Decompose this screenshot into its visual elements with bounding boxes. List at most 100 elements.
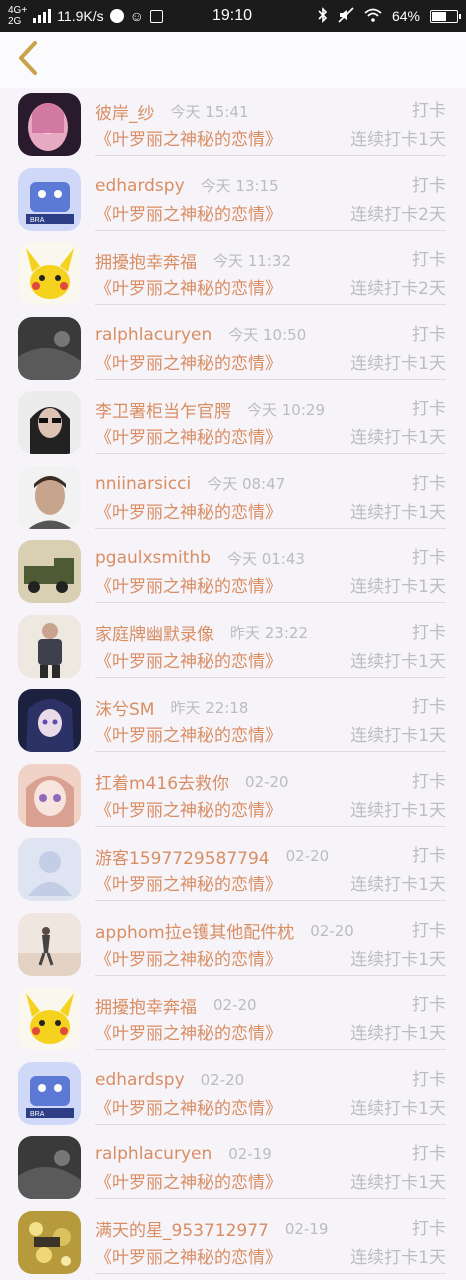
username[interactable]: 沫兮SM	[95, 695, 154, 720]
list-item-13[interactable]: BRA edhardspy 02-20 打卡 《叶罗丽之神秘的恋情》 连续打卡1…	[0, 1057, 466, 1132]
username[interactable]: 李卫署柜当乍官腭	[95, 397, 231, 422]
username[interactable]: apphom拉e镬其他配件枕	[95, 918, 294, 943]
username[interactable]: 扛着m416去救你	[95, 769, 229, 794]
avatar-man-standing[interactable]	[18, 614, 81, 678]
avatar-anime-girl-pink[interactable]	[18, 93, 81, 156]
svg-text:BRA: BRA	[30, 217, 45, 224]
book-title[interactable]: 《叶罗丽之神秘的恋情》	[95, 723, 282, 749]
streak-count: 连续打卡1天	[350, 1098, 446, 1119]
checkin-label: 打卡	[412, 771, 446, 792]
streak-count: 连续打卡1天	[350, 502, 446, 523]
avatar-dark-gray[interactable]	[18, 316, 81, 380]
checkin-label: 打卡	[412, 846, 446, 866]
checkin-label: 打卡	[412, 250, 446, 270]
book-title[interactable]: 《叶罗丽之神秘的恋情》	[95, 1021, 282, 1047]
list-item-14[interactable]: ralphlacuryen 02-19 打卡 《叶罗丽之神秘的恋情》 连续打卡1…	[0, 1131, 466, 1206]
checkin-label: 打卡	[412, 399, 446, 419]
user-line: ralphlacuryen 02-19	[95, 1141, 446, 1167]
book-title[interactable]: 《叶罗丽之神秘的恋情》	[95, 1096, 282, 1122]
list-item-8[interactable]: 沫兮SM 昨天 22:18 打卡 《叶罗丽之神秘的恋情》 连续打卡1天	[0, 684, 466, 759]
list-item-15[interactable]: 满天的星_953712977 02-19 打卡 《叶罗丽之神秘的恋情》 连续打卡…	[0, 1206, 466, 1280]
checkin-time: 02-20	[245, 772, 289, 791]
book-title[interactable]: 《叶罗丽之神秘的恋情》	[95, 574, 282, 600]
avatar-cartoon-blue[interactable]: BRA	[18, 167, 81, 231]
list-item-6[interactable]: pgaulxsmithb 今天 01:43 打卡 《叶罗丽之神秘的恋情》 连续打…	[0, 535, 466, 610]
user-line: 满天的星_953712977 02-19	[95, 1216, 446, 1242]
user-line: 李卫署柜当乍官腭 今天 10:29	[95, 396, 446, 422]
checkin-label: 打卡	[412, 697, 446, 717]
book-title[interactable]: 《叶罗丽之神秘的恋情》	[95, 649, 282, 675]
divider	[95, 378, 446, 380]
avatar-woman-sunglasses[interactable]	[18, 391, 81, 454]
qq-icon: ☺	[129, 8, 144, 24]
list-item-1[interactable]: BRA edhardspy 今天 13:15 打卡 《叶罗丽之神秘的恋情》 连续…	[0, 163, 466, 238]
checkin-label: 打卡	[412, 1218, 446, 1239]
avatar-beach-person[interactable]	[18, 912, 81, 976]
mute-icon	[338, 6, 354, 26]
streak-count: 连续打卡1天	[350, 949, 446, 970]
book-title[interactable]: 《叶罗丽之神秘的恋情》	[95, 1170, 282, 1196]
book-title[interactable]: 《叶罗丽之神秘的恋情》	[95, 351, 282, 377]
list-item-4[interactable]: 李卫署柜当乍官腭 今天 10:29 打卡 《叶罗丽之神秘的恋情》 连续打卡1天	[0, 386, 466, 461]
username[interactable]: 拥擾抱幸奔福	[95, 248, 197, 273]
username[interactable]: 满天的星_953712977	[95, 1216, 269, 1241]
book-title[interactable]: 《叶罗丽之神秘的恋情》	[95, 872, 282, 898]
back-button[interactable]	[8, 38, 48, 82]
list-item-9[interactable]: 扛着m416去救你 02-20 打卡 《叶罗丽之神秘的恋情》 连续打卡1天	[0, 759, 466, 834]
checkin-label: 打卡	[412, 995, 446, 1015]
streak-count: 连续打卡1天	[350, 1247, 446, 1268]
username[interactable]: edhardspy	[95, 176, 185, 196]
avatar-anime-soft[interactable]	[18, 763, 81, 827]
username[interactable]: edhardspy	[95, 1070, 185, 1090]
list-item-7[interactable]: 家庭牌幽默录像 昨天 23:22 打卡 《叶罗丽之神秘的恋情》 连续打卡1天	[0, 610, 466, 685]
bluetooth-icon	[318, 6, 328, 26]
username[interactable]: ralphlacuryen	[95, 1144, 212, 1164]
checkin-label: 打卡	[412, 1069, 446, 1090]
chevron-left-icon	[16, 40, 40, 80]
user-line: 彼岸_纱 今天 15:41	[95, 98, 446, 124]
avatar-military-truck[interactable]	[18, 540, 81, 603]
list-item-5[interactable]: nniinarsicci 今天 08:47 打卡 《叶罗丽之神秘的恋情》 连续打…	[0, 461, 466, 536]
user-line: pgaulxsmithb 今天 01:43	[95, 545, 446, 571]
username[interactable]: pgaulxsmithb	[95, 548, 211, 568]
checkin-label: 打卡	[412, 1144, 446, 1164]
avatar-anime-dark[interactable]	[18, 689, 81, 752]
book-title[interactable]: 《叶罗丽之神秘的恋情》	[95, 947, 282, 973]
avatar-man-portrait[interactable]	[18, 465, 81, 529]
book-title[interactable]: 《叶罗丽之神秘的恋情》	[95, 276, 282, 302]
username[interactable]: nniinarsicci	[95, 474, 191, 494]
book-title[interactable]: 《叶罗丽之神秘的恋情》	[95, 1245, 282, 1271]
username[interactable]: 拥擾抱幸奔福	[95, 993, 197, 1018]
user-line: apphom拉e镬其他配件枕 02-20	[95, 918, 446, 944]
book-title[interactable]: 《叶罗丽之神秘的恋情》	[95, 127, 282, 153]
book-title[interactable]: 《叶罗丽之神秘的恋情》	[95, 202, 282, 228]
checkin-time: 昨天 23:22	[230, 624, 308, 642]
username[interactable]: 彼岸_纱	[95, 99, 155, 124]
list-item-0[interactable]: 彼岸_纱 今天 15:41 打卡 《叶罗丽之神秘的恋情》 连续打卡1天	[0, 88, 466, 163]
avatar-cartoon-blue[interactable]: BRA	[18, 1061, 81, 1125]
clock: 19:10	[212, 7, 253, 24]
avatar-dark-gray[interactable]	[18, 1136, 81, 1199]
checkin-list: 彼岸_纱 今天 15:41 打卡 《叶罗丽之神秘的恋情》 连续打卡1天 BRA …	[0, 88, 466, 1280]
avatar-golden-sparkle[interactable]	[18, 1210, 81, 1274]
username[interactable]: 游客1597729587794	[95, 844, 270, 869]
list-item-12[interactable]: 拥擾抱幸奔福 02-20 打卡 《叶罗丽之神秘的恋情》 连续打卡1天	[0, 982, 466, 1057]
username[interactable]: ralphlacuryen	[95, 325, 212, 345]
avatar-pikachu[interactable]	[18, 987, 81, 1050]
checkin-time: 今天 10:29	[247, 400, 325, 419]
svg-text:BRA: BRA	[30, 1111, 45, 1118]
avatar-default-user[interactable]	[18, 838, 81, 901]
checkin-time: 02-20	[285, 847, 330, 865]
book-title[interactable]: 《叶罗丽之神秘的恋情》	[95, 798, 282, 824]
streak-count: 连续打卡2天	[350, 204, 446, 225]
avatar-pikachu[interactable]	[18, 242, 81, 305]
book-title[interactable]: 《叶罗丽之神秘的恋情》	[95, 500, 282, 526]
divider	[95, 155, 446, 156]
list-item-3[interactable]: ralphlacuryen 今天 10:50 打卡 《叶罗丽之神秘的恋情》 连续…	[0, 312, 466, 387]
book-title[interactable]: 《叶罗丽之神秘的恋情》	[95, 425, 282, 451]
list-item-11[interactable]: apphom拉e镬其他配件枕 02-20 打卡 《叶罗丽之神秘的恋情》 连续打卡…	[0, 908, 466, 983]
username[interactable]: 家庭牌幽默录像	[95, 620, 214, 645]
streak-count: 连续打卡1天	[350, 353, 446, 374]
list-item-2[interactable]: 拥擾抱幸奔福 今天 11:32 打卡 《叶罗丽之神秘的恋情》 连续打卡2天	[0, 237, 466, 312]
list-item-10[interactable]: 游客1597729587794 02-20 打卡 《叶罗丽之神秘的恋情》 连续打…	[0, 833, 466, 908]
